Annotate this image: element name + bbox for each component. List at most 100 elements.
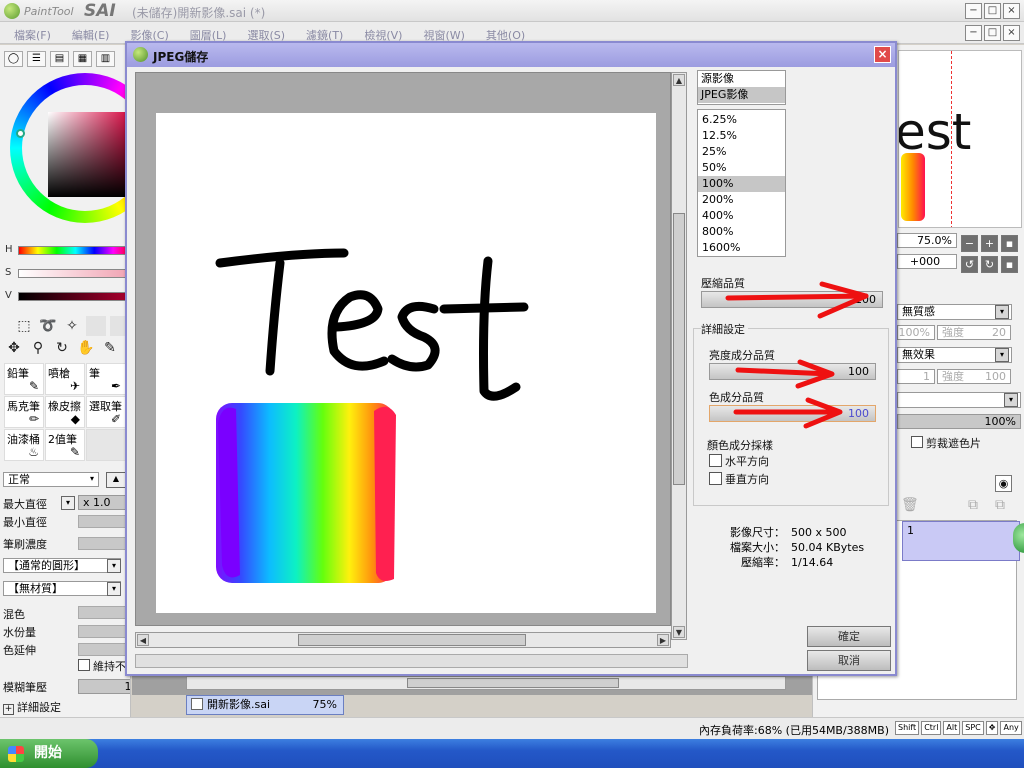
swatch-mode-icon[interactable]: ▦ [73,51,92,67]
min-diameter-slider[interactable] [78,515,130,528]
magic-wand-icon[interactable]: ✧ [62,316,82,336]
document-tab[interactable]: 開新影像.sai 75% [186,695,344,715]
layer-opacity-field[interactable]: 100% [897,414,1021,429]
texture-dropdown-icon[interactable]: ▾ [995,305,1009,319]
brush-binary-pen[interactable]: 2值筆 ✎ [45,429,85,461]
hue-slider[interactable] [18,246,130,255]
vertical-sampling-checkbox[interactable] [709,472,722,485]
brush-pencil[interactable]: 鉛筆 ✎ [4,363,44,395]
color-wheel-mode-icon[interactable]: ◯ [4,51,23,67]
source-jpeg-option[interactable]: JPEG影像 [698,87,785,103]
max-diameter-dropdown-icon[interactable]: ▾ [61,496,75,510]
layer-row[interactable]: 1 [902,521,1020,561]
copy-layer-icon[interactable]: ⧉ [995,497,1005,513]
zoom-value-field[interactable]: 75.0% [897,233,957,248]
brush-shape-triangle-icon[interactable]: ▲ [106,472,126,488]
brush-texture-select[interactable]: 【無材質】 [3,581,121,596]
hue-marker[interactable] [16,129,25,138]
lasso-icon[interactable]: ➰ [38,316,58,336]
scratchpad-mode-icon[interactable]: ▥ [96,51,115,67]
preview-vscroll-thumb[interactable] [673,213,685,485]
brush-density-slider[interactable] [78,537,130,550]
effect-value-field[interactable]: 1 [897,369,935,384]
source-original-option[interactable]: 源影像 [698,71,785,87]
layer-blend-dropdown-icon[interactable]: ▾ [1004,393,1018,407]
zoom-option[interactable]: 200% [698,192,785,208]
texture-strength-field[interactable]: 強度 20 [937,325,1011,340]
move-icon[interactable]: ✥ [4,338,24,358]
blur-pressure-value[interactable]: 100% [78,679,130,694]
clipping-mask-checkbox[interactable] [911,436,923,448]
keep-opacity-checkbox[interactable] [78,659,90,671]
saturation-value-square[interactable] [48,112,130,197]
layer-blend-select[interactable] [897,392,1021,408]
space-key-indicator[interactable]: SPC [962,721,984,735]
rgb-slider-mode-icon[interactable]: ☰ [27,51,46,67]
brush-select-pen[interactable]: 選取筆 ✐ [86,396,126,428]
zoom-option[interactable]: 800% [698,224,785,240]
zoom-option-selected[interactable]: 100% [698,176,785,192]
effect-strength-field[interactable]: 強度 100 [937,369,1011,384]
start-button[interactable]: 開始 [0,739,98,768]
scroll-right-icon[interactable]: ▶ [657,634,669,646]
zoom-in-icon[interactable]: + [981,235,998,252]
scroll-left-icon[interactable]: ◀ [137,634,149,646]
navigator-preview[interactable]: est [898,50,1022,228]
doc-restore-button[interactable]: □ [984,25,1001,41]
zoom-option[interactable]: 12.5% [698,128,785,144]
canvas-horizontal-scrollbar[interactable] [186,676,786,690]
saturation-slider[interactable] [18,269,130,278]
delete-layer-icon[interactable]: 🗑 [901,497,919,513]
blending-slider[interactable] [78,606,130,619]
brush-bucket[interactable]: 油漆桶 ♨ [4,429,44,461]
dialog-close-button[interactable]: × [874,46,891,63]
preview-horizontal-scrollbar[interactable]: ◀ ▶ [135,632,671,648]
zoom-option[interactable]: 50% [698,160,785,176]
maximize-button[interactable]: □ [984,3,1001,19]
compression-quality-slider[interactable]: 100 [701,291,883,308]
rotate-left-icon[interactable]: ↺ [961,256,978,273]
cancel-button[interactable]: 取消 [807,650,891,671]
rotate-reset-icon[interactable]: ▪ [1001,256,1018,273]
hand-icon[interactable]: ✋ [76,338,96,358]
zoom-icon[interactable]: ⚲ [28,338,48,358]
ok-button[interactable]: 確定 [807,626,891,647]
brush-eraser[interactable]: 橡皮擦 ◆ [45,396,85,428]
zoom-option[interactable]: 6.25% [698,112,785,128]
doc-minimize-button[interactable]: − [965,25,982,41]
zoom-out-icon[interactable]: − [961,235,978,252]
any-key-indicator[interactable]: Any [1000,721,1022,735]
minimize-button[interactable]: − [965,3,982,19]
detail-settings-expander[interactable]: + 詳細設定 [3,699,61,715]
chroma-quality-slider[interactable]: 100 [709,405,876,422]
water-slider[interactable] [78,625,130,638]
zoom-option[interactable]: 25% [698,144,785,160]
alt-key-indicator[interactable]: Alt [943,721,961,735]
color-extend-slider[interactable] [78,643,130,656]
horizontal-sampling-checkbox[interactable] [709,454,722,467]
canvas-scroll-thumb[interactable] [407,678,619,688]
luma-quality-slider[interactable]: 100 [709,363,876,380]
brush-airbrush[interactable]: 噴槍 ✈ [45,363,85,395]
scroll-up-icon[interactable]: ▲ [673,74,685,86]
brush-shape-dropdown-icon[interactable]: ▾ [107,559,121,573]
texture-scale-field[interactable]: 100% [897,325,935,340]
brush-shape-select[interactable]: 【通常的圓形】 [3,558,121,573]
brush-texture-dropdown-icon[interactable]: ▾ [107,582,121,596]
zoom-option[interactable]: 1600% [698,240,785,256]
move-key-icon[interactable]: ✥ [985,721,999,735]
jpeg-preview-area[interactable] [135,72,671,626]
zoom-option[interactable]: 400% [698,208,785,224]
preview-vertical-scrollbar[interactable]: ▲ ▼ [671,72,687,640]
doc-close-button[interactable]: × [1003,25,1020,41]
scroll-down-icon[interactable]: ▼ [673,626,685,638]
brush-marker[interactable]: 馬克筆 ✏ [4,396,44,428]
rotate-right-icon[interactable]: ↻ [981,256,998,273]
angle-value-field[interactable]: +000 [897,254,957,269]
ctrl-key-indicator[interactable]: Ctrl [921,721,942,735]
brush-pen[interactable]: 筆 ✒ [86,363,126,395]
layer-settings-icon[interactable]: ◉ [995,475,1012,492]
zoom-reset-icon[interactable]: ▪ [1001,235,1018,252]
close-button[interactable]: × [1003,3,1020,19]
eyedropper-icon[interactable]: ✎ [100,338,120,358]
